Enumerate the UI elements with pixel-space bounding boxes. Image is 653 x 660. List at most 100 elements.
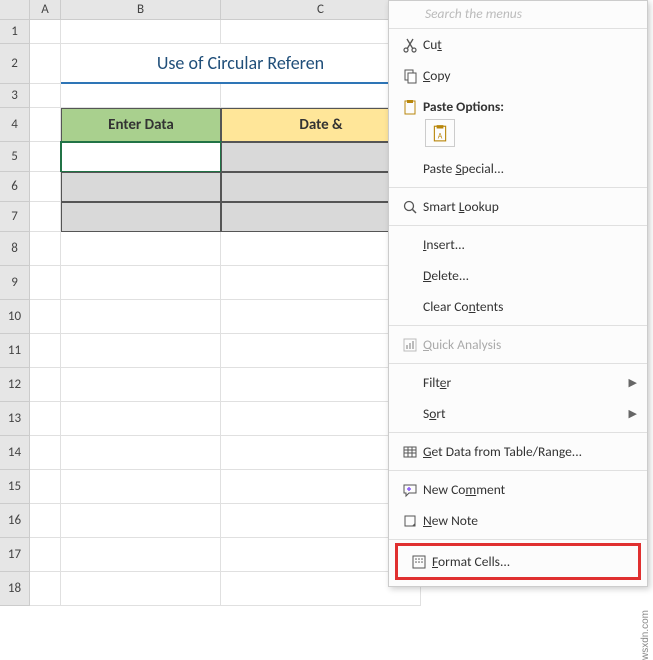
menu-label: Paste Special... bbox=[423, 160, 637, 177]
cell[interactable] bbox=[30, 202, 61, 232]
cell[interactable] bbox=[61, 334, 221, 368]
row-header[interactable]: 5 bbox=[0, 142, 30, 172]
menu-separator bbox=[389, 539, 647, 540]
cell[interactable] bbox=[30, 84, 61, 108]
clipboard-icon bbox=[397, 99, 423, 115]
cell[interactable] bbox=[61, 402, 221, 436]
row-header[interactable]: 3 bbox=[0, 84, 30, 108]
cell[interactable] bbox=[61, 368, 221, 402]
cell[interactable] bbox=[30, 108, 61, 142]
cell[interactable] bbox=[61, 300, 221, 334]
menu-copy[interactable]: Copy bbox=[389, 60, 647, 91]
row-header[interactable]: 16 bbox=[0, 504, 30, 538]
cell[interactable] bbox=[61, 20, 221, 44]
row-header[interactable]: 18 bbox=[0, 572, 30, 606]
menu-format-cells[interactable]: Format Cells... bbox=[398, 546, 638, 577]
menu-separator bbox=[389, 225, 647, 226]
cell[interactable] bbox=[30, 300, 61, 334]
cell[interactable] bbox=[30, 402, 61, 436]
menu-label: Paste Options: bbox=[423, 98, 637, 115]
row-header[interactable]: 15 bbox=[0, 470, 30, 504]
chevron-right-icon: ▶ bbox=[629, 376, 637, 389]
format-cells-icon bbox=[406, 554, 432, 570]
menu-get-data[interactable]: Get Data from Table/Range... bbox=[389, 436, 647, 467]
cell[interactable] bbox=[61, 538, 221, 572]
row-header[interactable]: 14 bbox=[0, 436, 30, 470]
cell[interactable] bbox=[30, 20, 61, 44]
row-header[interactable]: 11 bbox=[0, 334, 30, 368]
cell[interactable] bbox=[30, 44, 61, 84]
cell[interactable] bbox=[30, 504, 61, 538]
cell[interactable] bbox=[30, 538, 61, 572]
menu-smart-lookup[interactable]: Smart Lookup bbox=[389, 191, 647, 222]
menu-label: New Note bbox=[423, 512, 637, 529]
menu-separator bbox=[389, 187, 647, 188]
menu-label: Quick Analysis bbox=[423, 336, 637, 353]
cell[interactable] bbox=[61, 572, 221, 606]
highlight-box: Format Cells... bbox=[395, 543, 641, 580]
menu-new-comment[interactable]: New Comment bbox=[389, 474, 647, 505]
cell[interactable] bbox=[30, 334, 61, 368]
cell[interactable] bbox=[30, 142, 61, 172]
col-header[interactable]: B bbox=[61, 0, 221, 20]
cell[interactable] bbox=[61, 232, 221, 266]
cell[interactable] bbox=[30, 436, 61, 470]
chevron-right-icon: ▶ bbox=[629, 407, 637, 420]
cell-b5[interactable] bbox=[61, 142, 221, 172]
search-icon bbox=[397, 199, 423, 215]
row-header[interactable]: 12 bbox=[0, 368, 30, 402]
cut-icon bbox=[397, 37, 423, 53]
menu-paste-special[interactable]: Paste Special... bbox=[389, 153, 647, 184]
menu-sort[interactable]: Sort ▶ bbox=[389, 398, 647, 429]
cell[interactable] bbox=[30, 172, 61, 202]
menu-delete[interactable]: Delete... bbox=[389, 260, 647, 291]
cell-b7[interactable] bbox=[61, 202, 221, 232]
paste-default-button[interactable]: A bbox=[425, 119, 455, 147]
cell[interactable] bbox=[30, 266, 61, 300]
menu-separator bbox=[389, 432, 647, 433]
menu-label: Filter bbox=[423, 374, 629, 391]
cell[interactable] bbox=[30, 368, 61, 402]
menu-label: Cut bbox=[423, 36, 637, 53]
table-header-enter-data[interactable]: Enter Data bbox=[61, 108, 221, 142]
note-icon bbox=[397, 513, 423, 529]
menu-insert[interactable]: Insert... bbox=[389, 229, 647, 260]
col-header[interactable]: A bbox=[30, 0, 61, 20]
cell[interactable] bbox=[61, 470, 221, 504]
cell[interactable] bbox=[61, 436, 221, 470]
cell[interactable] bbox=[30, 232, 61, 266]
cell[interactable] bbox=[30, 572, 61, 606]
menu-search[interactable]: Search the menus bbox=[389, 1, 647, 29]
cell[interactable] bbox=[61, 504, 221, 538]
row-header[interactable]: 6 bbox=[0, 172, 30, 202]
menu-label: Format Cells... bbox=[432, 553, 628, 570]
menu-cut[interactable]: Cut bbox=[389, 29, 647, 60]
title-cell[interactable]: Use of Circular Referen bbox=[61, 44, 421, 84]
row-header[interactable]: 10 bbox=[0, 300, 30, 334]
menu-separator bbox=[389, 470, 647, 471]
row-header[interactable]: 17 bbox=[0, 538, 30, 572]
menu-label: New Comment bbox=[423, 481, 637, 498]
menu-clear-contents[interactable]: Clear Contents bbox=[389, 291, 647, 322]
row-header[interactable]: 2 bbox=[0, 44, 30, 84]
quick-analysis-icon bbox=[397, 337, 423, 353]
row-header[interactable]: 13 bbox=[0, 402, 30, 436]
menu-filter[interactable]: Filter ▶ bbox=[389, 367, 647, 398]
cell-b6[interactable] bbox=[61, 172, 221, 202]
menu-separator bbox=[389, 363, 647, 364]
row-header[interactable]: 1 bbox=[0, 20, 30, 44]
row-header[interactable]: 9 bbox=[0, 266, 30, 300]
menu-label: Copy bbox=[423, 67, 637, 84]
menu-new-note[interactable]: New Note bbox=[389, 505, 647, 536]
context-menu: Search the menus Cut Copy Paste Options:… bbox=[388, 0, 648, 587]
cell[interactable] bbox=[61, 84, 221, 108]
cell[interactable] bbox=[61, 266, 221, 300]
select-all-corner[interactable] bbox=[0, 0, 30, 20]
row-header[interactable]: 7 bbox=[0, 202, 30, 232]
comment-icon bbox=[397, 482, 423, 498]
watermark: wsxdn.com bbox=[640, 610, 651, 660]
table-icon bbox=[397, 444, 423, 460]
row-header[interactable]: 4 bbox=[0, 108, 30, 142]
row-header[interactable]: 8 bbox=[0, 232, 30, 266]
cell[interactable] bbox=[30, 470, 61, 504]
